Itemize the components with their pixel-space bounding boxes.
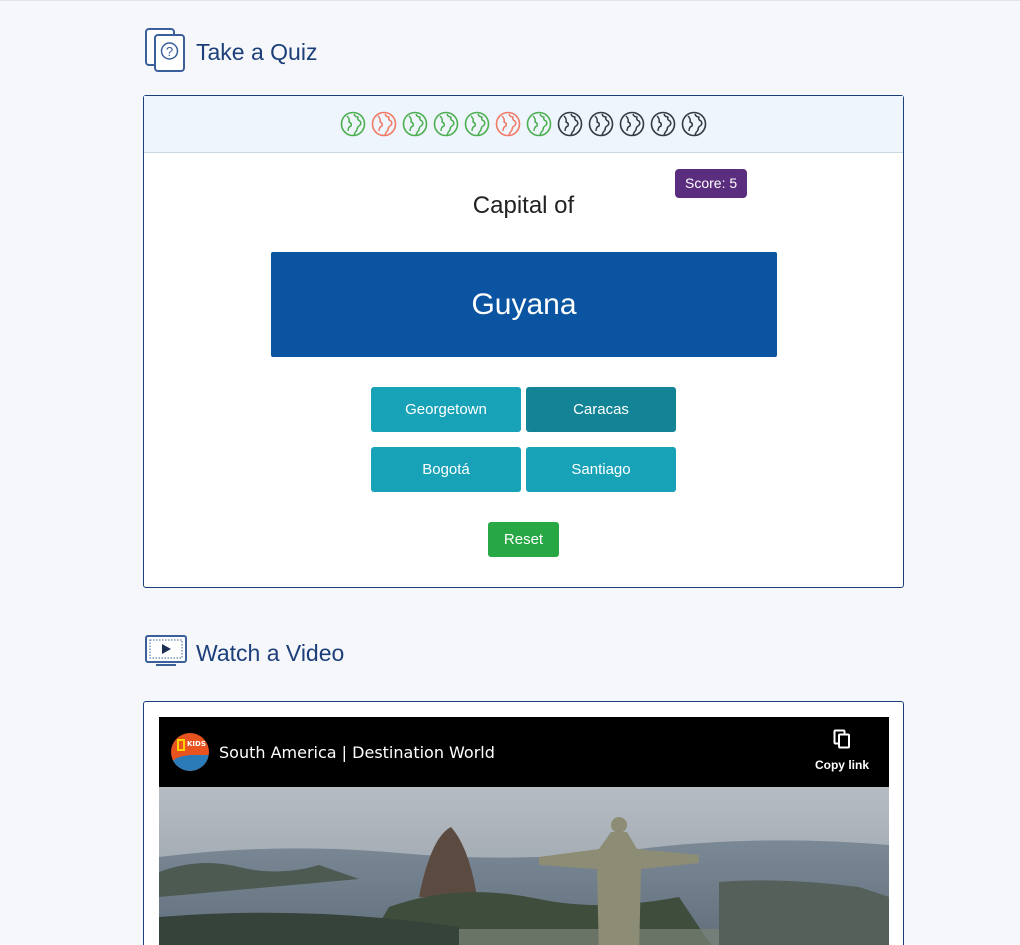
country-name: Guyana [271, 252, 777, 357]
quiz-card: Score: 5 Capital of Guyana Georgetown Ca… [143, 95, 904, 588]
globe-icon [557, 111, 583, 137]
quiz-cards-icon: ? [144, 27, 188, 78]
globe-icon [619, 111, 645, 137]
video-card: KIDS South America | Destination World C… [143, 701, 904, 945]
channel-avatar[interactable]: KIDS [171, 733, 209, 771]
answer-button-santiago[interactable]: Santiago [526, 447, 676, 492]
globe-icon [588, 111, 614, 137]
copy-icon [833, 729, 851, 752]
globe-icon [402, 111, 428, 137]
reset-button[interactable]: Reset [488, 522, 559, 557]
video-thumbnail [159, 787, 889, 945]
globe-icon [371, 111, 397, 137]
globe-icon [340, 111, 366, 137]
video-top-bar: KIDS South America | Destination World C… [159, 717, 889, 787]
video-player[interactable]: KIDS South America | Destination World C… [159, 717, 889, 945]
answer-button-bogota[interactable]: Bogotá [371, 447, 521, 492]
video-title[interactable]: South America | Destination World [219, 743, 495, 762]
svg-text:?: ? [166, 44, 173, 59]
copy-link-button[interactable]: Copy link [815, 729, 869, 772]
video-section-title: Watch a Video [196, 640, 345, 666]
globe-icon [526, 111, 552, 137]
quiz-section-title: Take a Quiz [196, 39, 318, 65]
globe-icon [433, 111, 459, 137]
monitor-play-icon [144, 633, 188, 674]
video-section-header: Watch a Video [144, 633, 344, 674]
quiz-section-header: ? Take a Quiz [144, 27, 317, 78]
answer-options: Georgetown Caracas Bogotá Santiago [371, 387, 681, 492]
answer-button-caracas[interactable]: Caracas [526, 387, 676, 432]
question-prompt: Capital of [472, 192, 575, 219]
globe-icon [681, 111, 707, 137]
globe-icon [650, 111, 676, 137]
globe-icon [495, 111, 521, 137]
globe-icon [464, 111, 490, 137]
answer-button-georgetown[interactable]: Georgetown [371, 387, 521, 432]
progress-globes [144, 96, 903, 153]
copy-link-label: Copy link [814, 758, 869, 772]
